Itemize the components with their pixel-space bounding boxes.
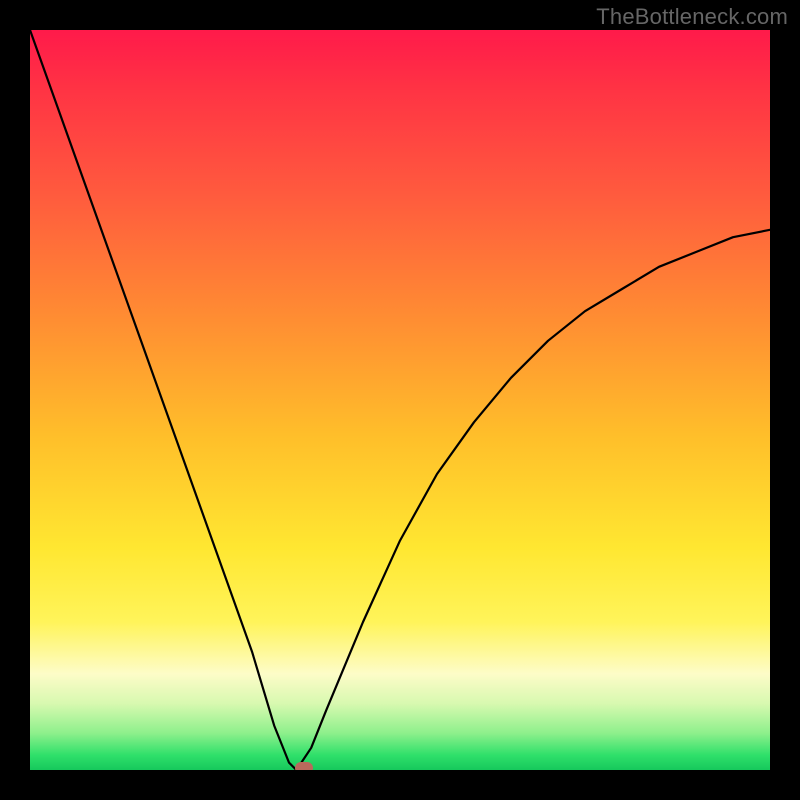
chart-frame: TheBottleneck.com [0,0,800,800]
min-marker [295,762,313,770]
plot-area [30,30,770,770]
bottleneck-curve [30,30,770,770]
curve-path [30,30,770,770]
watermark-text: TheBottleneck.com [596,4,788,30]
